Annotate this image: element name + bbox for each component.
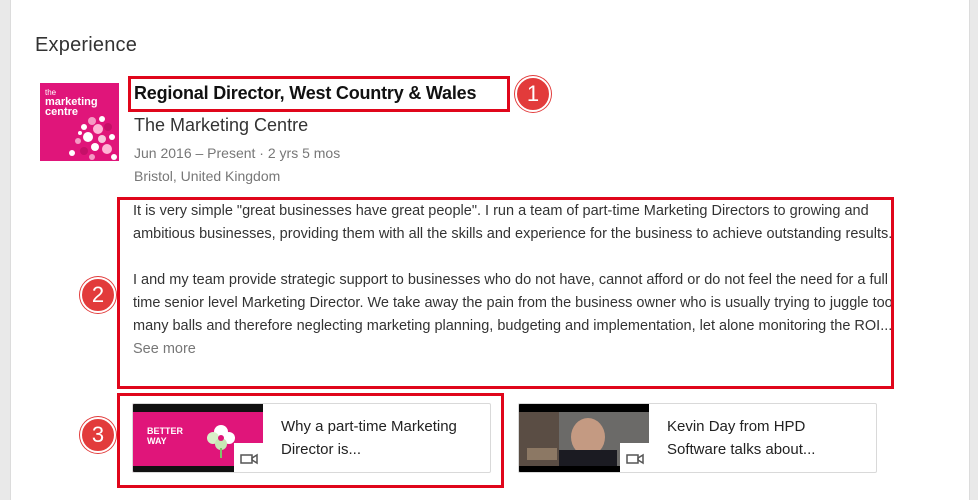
- job-location: Bristol, United Kingdom: [134, 168, 281, 184]
- media-item-2[interactable]: Kevin Day from HPD Software talks about.…: [518, 403, 877, 473]
- job-dates: Jun 2016 – Present · 2 yrs 5 mos: [134, 145, 341, 161]
- annotation-badge-2: 2: [80, 277, 116, 313]
- company-name[interactable]: The Marketing Centre: [134, 115, 308, 136]
- highlight-box-3: [117, 393, 504, 488]
- annotation-badge-3: 3: [80, 417, 116, 453]
- highlight-box-1: [128, 76, 510, 112]
- media-title-2: Kevin Day from HPD Software talks about.…: [667, 418, 816, 458]
- section-title: Experience: [35, 34, 138, 56]
- highlight-box-2: [117, 197, 894, 389]
- annotation-badge-1: 1: [515, 76, 551, 112]
- company-logo[interactable]: the marketing centre: [40, 83, 119, 161]
- logo-dots-graphic: [69, 116, 117, 160]
- video-camera-icon: [620, 443, 649, 472]
